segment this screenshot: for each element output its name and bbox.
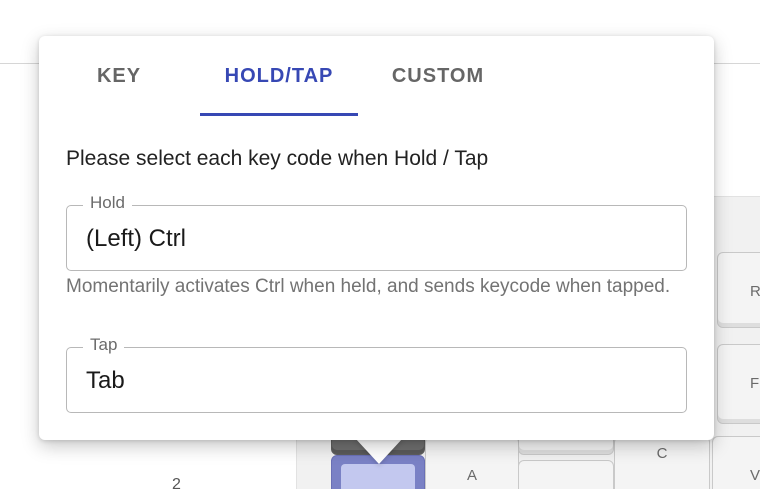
key-r[interactable]: R xyxy=(717,252,760,328)
tab-custom[interactable]: CUSTOM xyxy=(358,36,518,116)
key-f[interactable]: F xyxy=(717,344,760,424)
popover-arrow xyxy=(355,438,403,464)
keycode-popover: KEY HOLD/TAP CUSTOM Please select each k… xyxy=(39,36,714,440)
key-label: V xyxy=(750,467,760,484)
selected-key-face xyxy=(341,464,415,489)
key-label: C xyxy=(656,445,668,462)
tap-value: Tab xyxy=(86,367,125,394)
tab-key[interactable]: KEY xyxy=(39,36,199,116)
hold-field[interactable]: Hold (Left) Ctrl xyxy=(66,193,687,271)
hold-value: (Left) Ctrl xyxy=(86,225,187,252)
row-number: 2 xyxy=(172,476,181,489)
key-label: R xyxy=(750,283,760,300)
key-c[interactable]: C xyxy=(614,436,710,489)
tap-label: Tap xyxy=(83,335,125,355)
key-blank[interactable] xyxy=(518,460,614,489)
tab-hold-tap[interactable]: HOLD/TAP xyxy=(200,36,358,116)
tab-bar: KEY HOLD/TAP CUSTOM xyxy=(39,36,519,116)
hold-label: Hold xyxy=(83,193,132,213)
key-v[interactable]: V xyxy=(712,436,760,489)
active-tab-indicator xyxy=(200,113,358,116)
key-label: F xyxy=(750,375,760,392)
key-label: A xyxy=(466,467,477,484)
instruction-text: Please select each key code when Hold / … xyxy=(66,147,489,170)
app-window: 1 2 R F A C V KEY HOLD/TAP CUSTOM Please… xyxy=(0,0,760,489)
hold-helper-text: Momentarily activates Ctrl when held, an… xyxy=(66,276,671,297)
key-a[interactable]: A xyxy=(425,436,519,489)
tap-field[interactable]: Tap Tab xyxy=(66,335,687,413)
